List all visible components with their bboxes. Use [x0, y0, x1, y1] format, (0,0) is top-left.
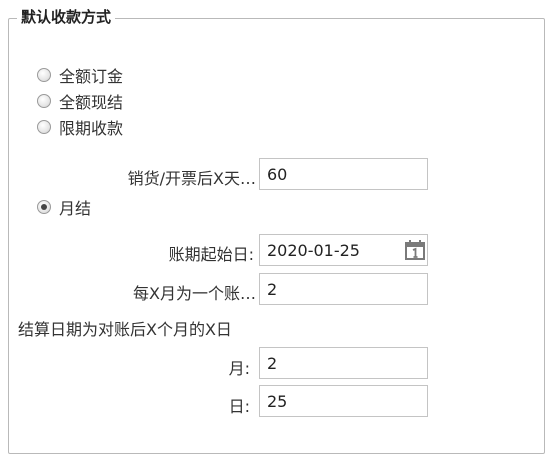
day-label: 日:: [228, 397, 250, 416]
month-label: 月:: [228, 359, 250, 378]
radio-button-icon[interactable]: [37, 94, 51, 108]
period-start-label: 账期起始日:: [168, 245, 254, 264]
radio-full-cash[interactable]: 全额现结: [37, 89, 123, 113]
radio-label: 月结: [59, 199, 92, 218]
radio-button-icon[interactable]: [37, 68, 51, 82]
radio-button-icon[interactable]: [37, 120, 51, 134]
radio-label: 限期收款: [59, 119, 124, 138]
radio-monthly[interactable]: 月结: [37, 195, 91, 219]
day-input[interactable]: [259, 385, 428, 417]
months-per-period-label: 每X月为一个账…: [133, 284, 256, 303]
period-start-date-input[interactable]: [259, 234, 428, 266]
radio-button-checked-icon[interactable]: [37, 200, 51, 214]
fieldset-legend: 默认收款方式: [17, 7, 116, 27]
radio-label: 全额订金: [59, 67, 124, 86]
calendar-icon[interactable]: [404, 239, 426, 261]
radio-deadline-payment[interactable]: 限期收款: [37, 115, 123, 139]
radio-label: 全额现结: [59, 93, 124, 112]
month-input[interactable]: [259, 347, 428, 379]
settlement-description: 结算日期为对账后X个月的X日: [18, 320, 232, 339]
radio-full-deposit[interactable]: 全额订金: [37, 63, 123, 87]
days-after-label: 销货/开票后X天…: [127, 169, 256, 188]
months-per-period-input[interactable]: [259, 273, 428, 305]
days-after-input[interactable]: [259, 158, 428, 190]
